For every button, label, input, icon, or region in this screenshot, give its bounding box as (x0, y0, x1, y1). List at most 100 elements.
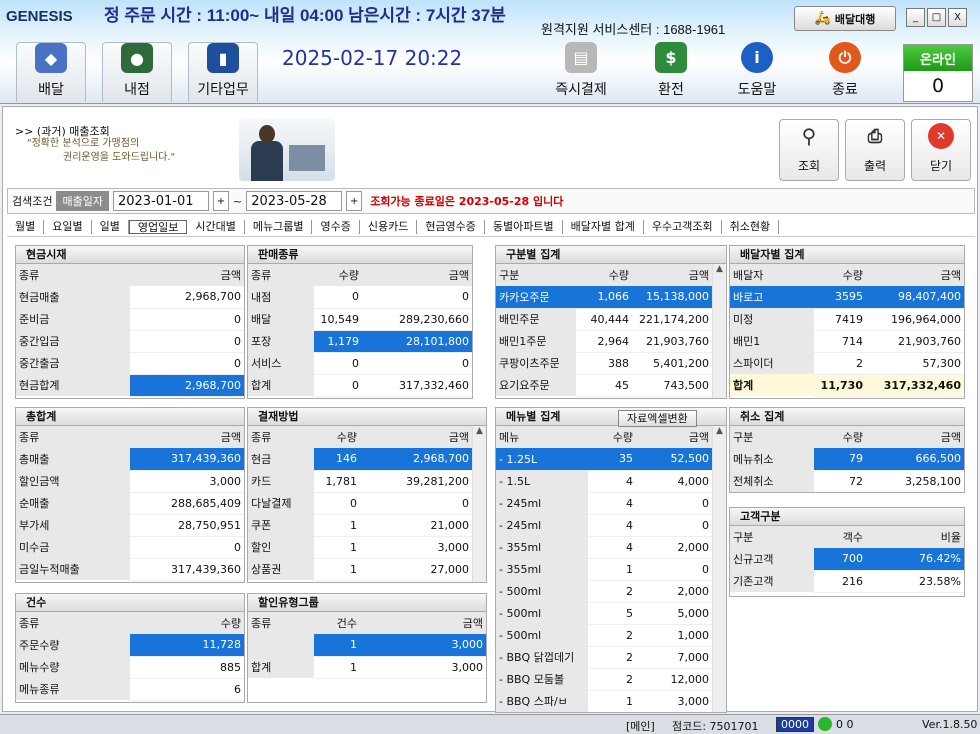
table-row[interactable]: 부가세 28,750,951 (16, 514, 244, 537)
table-row[interactable]: 배민주문 40,444 221,174,200 (496, 308, 712, 331)
discount-table[interactable]: 종류 건수 금액 1 3,000 합계 1 3,000 (248, 612, 486, 679)
online-orders-box[interactable]: 온라인 0 (903, 44, 973, 102)
to-date-input[interactable]: 2023-05-28 (246, 191, 343, 211)
tab-business-daily[interactable]: 영업일보 (128, 219, 188, 234)
table-row[interactable]: 합계 0 317,332,460 (248, 374, 472, 397)
table-row[interactable]: 주문수량 11,728 (16, 634, 244, 657)
table-row[interactable]: - BBQ 모둠볼 2 12,000 (496, 668, 712, 691)
instant-payment-button[interactable]: ▤ 즉시결제 (546, 42, 616, 102)
from-date-picker-button[interactable]: + (212, 191, 229, 211)
payment-scrollbar[interactable]: ▲ (472, 426, 486, 582)
table-row[interactable]: 순매출 288,685,409 (16, 492, 244, 515)
tab-cash-receipt[interactable]: 현금영수증 (417, 219, 485, 234)
table-row[interactable]: 합계 11,730 317,332,460 (730, 374, 964, 397)
tab-monthly[interactable]: 월별 (7, 219, 45, 234)
table-row[interactable]: 총매출 317,439,360 (16, 448, 244, 471)
table-row[interactable]: 바로고 3595 98,407,400 (730, 286, 964, 309)
table-row[interactable]: 배민1 714 21,903,760 (730, 330, 964, 353)
table-row[interactable]: - BBQ 스파/ㅂ 1 3,000 (496, 690, 712, 712)
table-row[interactable]: 현금 146 2,968,700 (248, 448, 472, 471)
search-button[interactable]: ⚲ 조회 (779, 119, 839, 181)
help-button[interactable]: i 도움말 (722, 42, 792, 102)
menu-table[interactable]: 메뉴 수량 금액 - 1.25L 35 52,500 - 1.5L 4 4,000 - 24… (496, 426, 712, 712)
table-row[interactable]: - 245ml 4 0 (496, 492, 712, 515)
total-table[interactable]: 종류 금액 총매출 317,439,360 할인금액 3,000 순매출 288,685… (16, 426, 244, 581)
table-row[interactable]: 쿠폰 1 21,000 (248, 514, 472, 537)
table-row[interactable]: 다날결제 0 0 (248, 492, 472, 515)
tab-hourly[interactable]: 시간대별 (187, 219, 245, 234)
cancel-table[interactable]: 구분 수량 금액 메뉴취소 79 666,500 전체취소 72 3,258,100 (730, 426, 964, 492)
close-window-button[interactable]: X (948, 8, 967, 27)
category-scrollbar[interactable]: ▲ (712, 264, 726, 398)
table-row[interactable]: 스파이더 2 57,300 (730, 352, 964, 375)
table-row[interactable]: 쿠팡이츠주문 388 5,401,200 (496, 352, 712, 375)
table-row[interactable]: - 500ml 5 5,000 (496, 602, 712, 625)
maximize-button[interactable]: □ (927, 8, 946, 27)
scroll-up-icon[interactable]: ▲ (473, 426, 486, 436)
payment-table[interactable]: 종류 수량 금액 현금 146 2,968,700 카드 1,781 39,281,200 … (248, 426, 472, 581)
table-row[interactable]: 준비금 0 (16, 308, 244, 331)
nav-dine-in-button[interactable]: ● 내점 (102, 42, 172, 102)
excel-export-button[interactable]: 자료엑셀변환 (618, 410, 697, 427)
tab-cancellations[interactable]: 취소현황 (722, 219, 780, 234)
scroll-up-icon[interactable]: ▲ (713, 426, 726, 436)
table-row[interactable]: 메뉴취소 79 666,500 (730, 448, 964, 471)
tab-receipt[interactable]: 영수증 (312, 219, 360, 234)
count-table[interactable]: 종류 수량 주문수량 11,728 메뉴수량 885 메뉴종류 6 (16, 612, 244, 701)
table-row[interactable]: 포장 1,179 28,101,800 (248, 330, 472, 353)
table-row[interactable]: 내점 0 0 (248, 286, 472, 309)
delivery-agency-button[interactable]: 🛵 배달대행 (794, 6, 896, 31)
table-row[interactable]: 서비스 0 0 (248, 352, 472, 375)
table-row[interactable]: 중간출금 0 (16, 352, 244, 375)
table-row[interactable]: - 355ml 1 0 (496, 558, 712, 581)
table-row[interactable]: 할인 1 3,000 (248, 536, 472, 559)
print-button[interactable]: ⎙ 출력 (845, 119, 905, 181)
table-row[interactable]: - BBQ 닭껍데기 2 7,000 (496, 646, 712, 669)
tab-menu-group[interactable]: 메뉴그룹별 (245, 219, 313, 234)
table-row[interactable]: 카드 1,781 39,281,200 (248, 470, 472, 493)
table-row[interactable]: 1 3,000 (248, 634, 486, 657)
table-row[interactable]: - 1.5L 4 4,000 (496, 470, 712, 493)
table-row[interactable]: 메뉴종류 6 (16, 678, 244, 701)
tab-vip-customers[interactable]: 우수고객조회 (644, 219, 722, 234)
table-row[interactable]: 합계 1 3,000 (248, 656, 486, 679)
table-row[interactable]: 상품권 1 27,000 (248, 558, 472, 581)
to-date-picker-button[interactable]: + (346, 191, 363, 211)
cash-table[interactable]: 종류 금액 현금매출 2,968,700 준비금 0 중간입금 0 중간출금 0 현금합계… (16, 264, 244, 397)
table-row[interactable]: 요기요주문 45 743,500 (496, 374, 712, 397)
nav-other-tasks-button[interactable]: ▮ 기타업무 (188, 42, 258, 102)
table-row[interactable]: - 245ml 4 0 (496, 514, 712, 537)
table-row[interactable]: 현금매출 2,968,700 (16, 286, 244, 309)
table-row[interactable]: 기존고객 216 23.58% (730, 570, 964, 593)
table-row[interactable]: 금일누적매출 317,439,360 (16, 558, 244, 581)
tab-delivery-totals[interactable]: 배달자별 합계 (563, 219, 644, 234)
tab-credit-card[interactable]: 신용카드 (360, 219, 418, 234)
delivery-table[interactable]: 배달자 수량 금액 바로고 3595 98,407,400 미정 7419 196,964,… (730, 264, 964, 397)
table-row[interactable]: 배달 10,549 289,230,660 (248, 308, 472, 331)
table-row[interactable]: - 355ml 4 2,000 (496, 536, 712, 559)
exit-button[interactable]: ⏻ 종료 (810, 42, 880, 102)
close-button[interactable]: ✕ 닫기 (911, 119, 971, 181)
nav-delivery-button[interactable]: ◆ 배달 (16, 42, 86, 102)
scroll-up-icon[interactable]: ▲ (713, 264, 726, 274)
category-table[interactable]: 구분 수량 금액 카카오주문 1,066 15,138,000 배민주문 40,444 22… (496, 264, 712, 397)
table-row[interactable]: 미수금 0 (16, 536, 244, 559)
customer-table[interactable]: 구분 객수 비율 신규고객 700 76.42% 기존고객 216 23.58% (730, 526, 964, 593)
table-row[interactable]: - 500ml 2 1,000 (496, 624, 712, 647)
tab-apartment[interactable]: 동별아파트별 (485, 219, 563, 234)
menu-scrollbar[interactable]: ▲ (712, 426, 726, 712)
table-row[interactable]: 카카오주문 1,066 15,138,000 (496, 286, 712, 309)
exchange-button[interactable]: $ 환전 (636, 42, 706, 102)
table-row[interactable]: 전체취소 72 3,258,100 (730, 470, 964, 492)
table-row[interactable]: - 500ml 2 2,000 (496, 580, 712, 603)
table-row[interactable]: - 1.25L 35 52,500 (496, 448, 712, 471)
from-date-input[interactable]: 2023-01-01 (112, 191, 209, 211)
tab-daily[interactable]: 일별 (92, 219, 129, 234)
table-row[interactable]: 배민1주문 2,964 21,903,760 (496, 330, 712, 353)
table-row[interactable]: 할인금액 3,000 (16, 470, 244, 493)
sales-type-table[interactable]: 종류 수량 금액 내점 0 0 배달 10,549 289,230,660 포장 1,179 2… (248, 264, 472, 397)
table-row[interactable]: 미정 7419 196,964,000 (730, 308, 964, 331)
minimize-button[interactable]: _ (906, 8, 925, 27)
table-row[interactable]: 메뉴수량 885 (16, 656, 244, 679)
tab-weekday[interactable]: 요일별 (44, 219, 92, 234)
